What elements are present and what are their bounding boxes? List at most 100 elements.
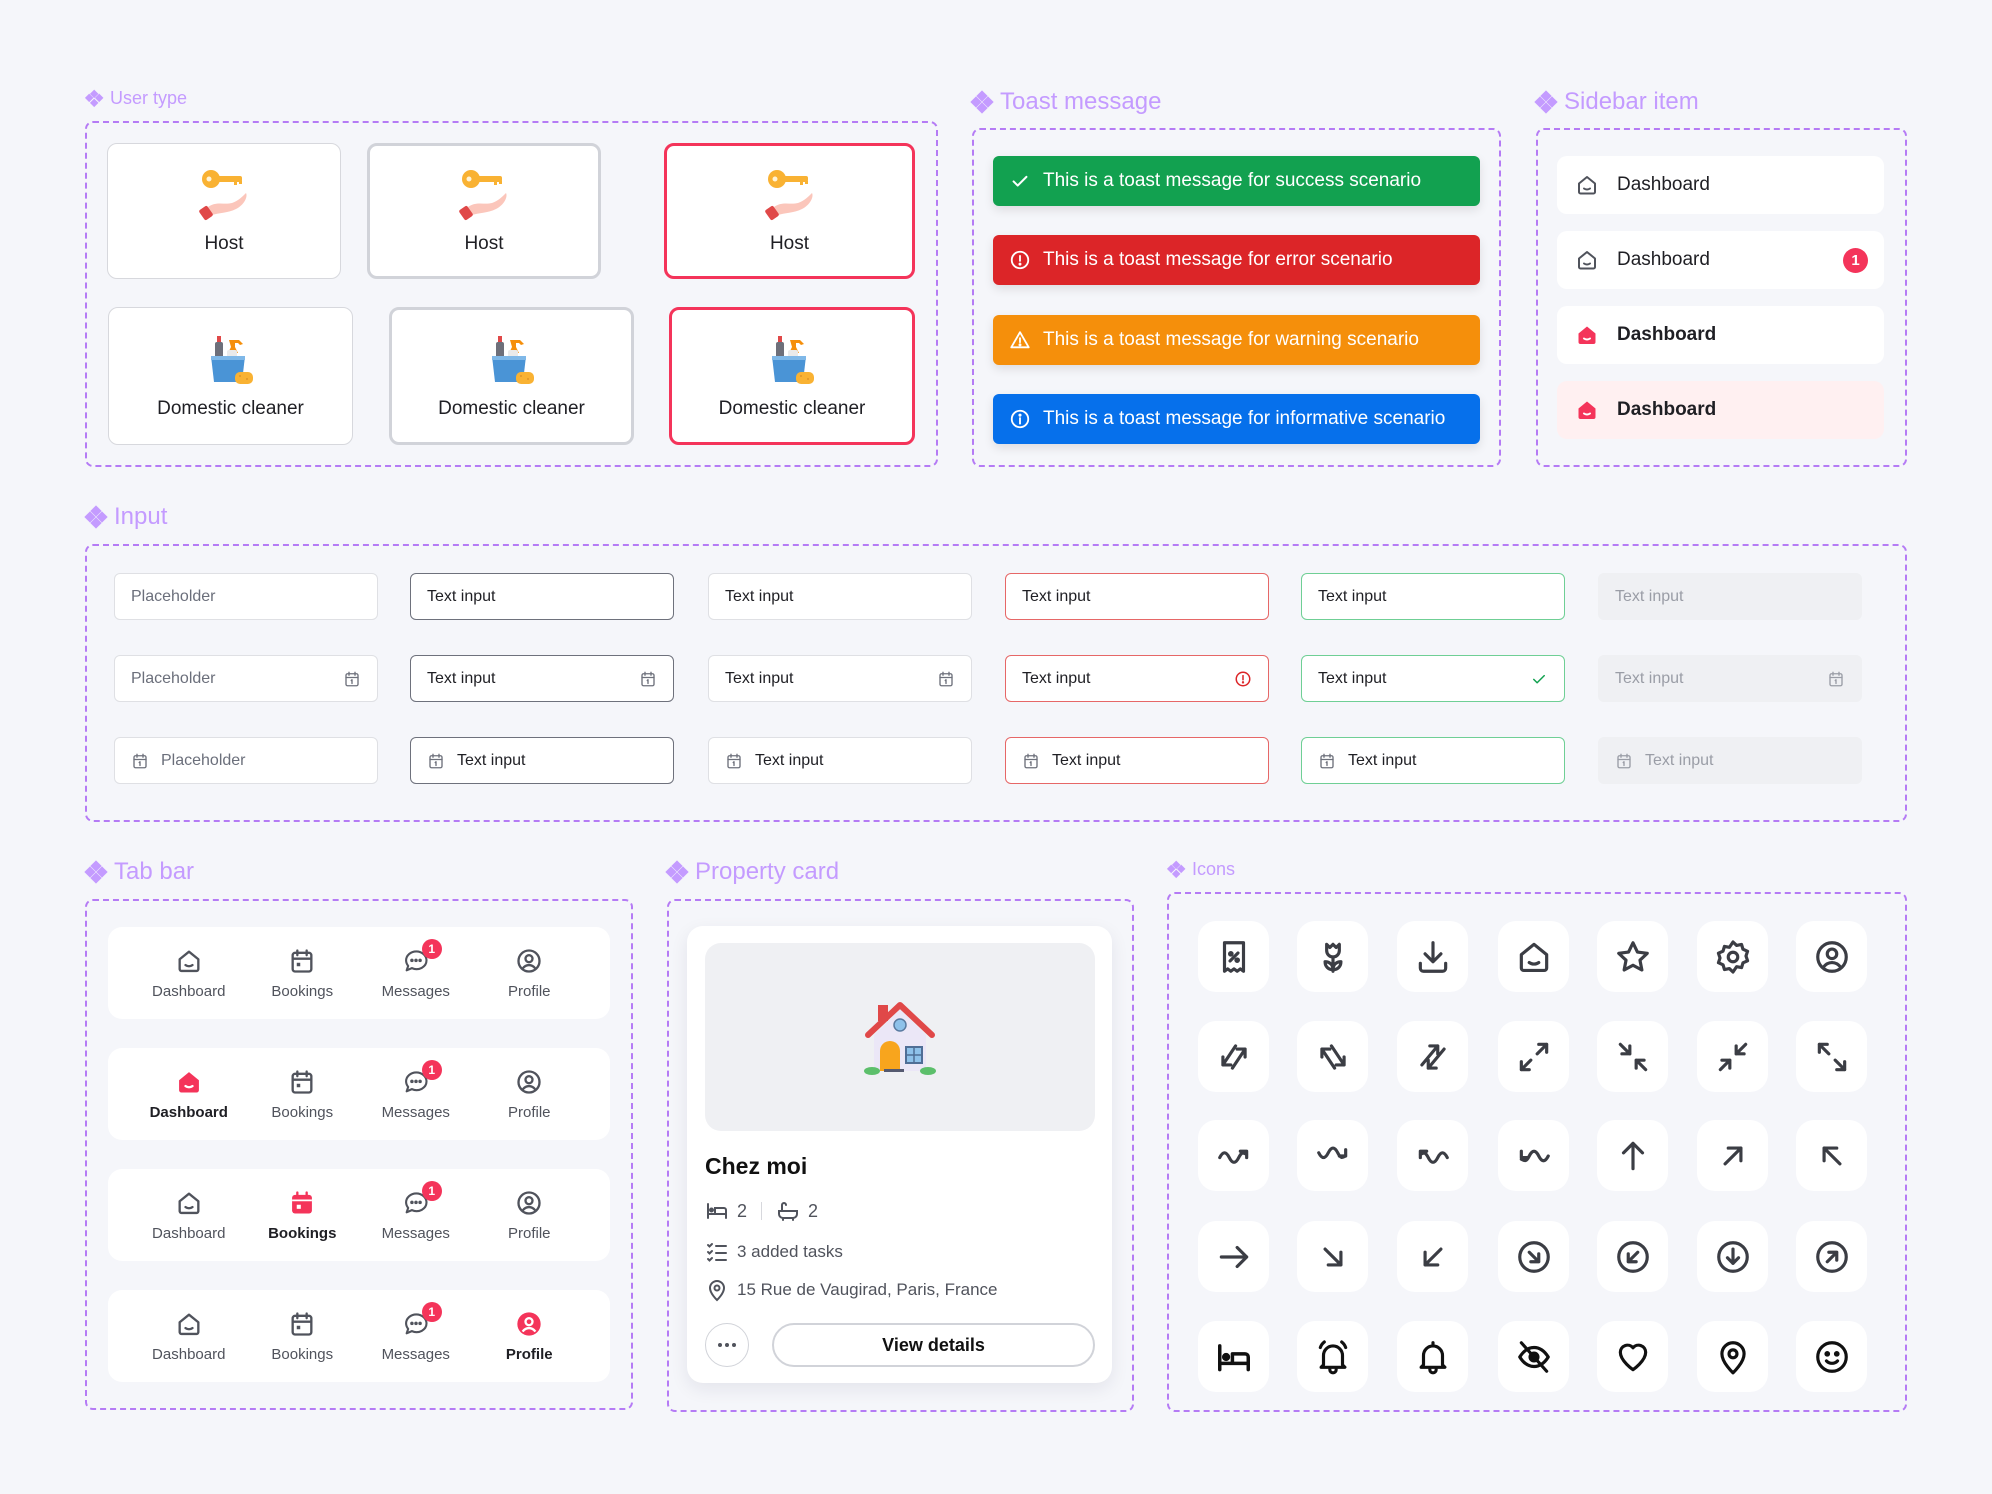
tab-bookings[interactable]: Bookings [250, 1290, 355, 1382]
icon-tile[interactable] [1297, 1120, 1368, 1191]
icon-tile[interactable] [1498, 1120, 1569, 1191]
circle-arrow-down-icon [1714, 1238, 1752, 1276]
tab-label: Profile [507, 1224, 551, 1242]
text-input-filled[interactable]: Text input [708, 737, 972, 784]
icon-tile[interactable] [1796, 1021, 1867, 1092]
icon-tile[interactable] [1297, 1321, 1368, 1392]
input-value: Text input [725, 669, 794, 687]
icon-tile[interactable] [1198, 1221, 1269, 1292]
user-type-card-hover[interactable]: Host [367, 143, 601, 279]
user-type-card-default[interactable]: Host [107, 143, 341, 279]
icon-tile[interactable] [1597, 1221, 1668, 1292]
calendar-icon[interactable] [343, 670, 361, 688]
sidebar-item-dashboard[interactable]: Dashboard 1 [1557, 231, 1884, 289]
icon-tile[interactable] [1198, 1321, 1269, 1392]
user-type-card-selected[interactable]: Domestic cleaner [669, 307, 915, 445]
key-hand-icon [764, 170, 813, 220]
icon-tile[interactable] [1498, 1221, 1569, 1292]
tab-messages[interactable]: 1 Messages [363, 1290, 468, 1382]
text-input-placeholder[interactable]: Placeholder [114, 573, 378, 620]
text-input-error[interactable]: Text input [1005, 655, 1269, 702]
icon-tile[interactable] [1796, 921, 1867, 992]
input-placeholder: Placeholder [131, 587, 216, 605]
icon-tile[interactable] [1597, 1021, 1668, 1092]
text-input-error[interactable]: Text input [1005, 737, 1269, 784]
tab-profile[interactable]: Profile [477, 1169, 582, 1261]
icon-tile[interactable] [1297, 1021, 1368, 1092]
sidebar-item-dashboard[interactable]: Dashboard [1557, 306, 1884, 364]
icon-tile[interactable] [1397, 1021, 1468, 1092]
text-input-focus[interactable]: Text input [410, 655, 674, 702]
text-input-error[interactable]: Text input [1005, 573, 1269, 620]
tab-profile[interactable]: Profile [477, 927, 582, 1019]
icon-tile[interactable] [1697, 1021, 1768, 1092]
icon-tile[interactable] [1198, 1120, 1269, 1191]
tab-dashboard[interactable]: Dashboard [136, 927, 241, 1019]
text-input-success[interactable]: Text input [1301, 737, 1565, 784]
text-input-filled[interactable]: Text input [708, 573, 972, 620]
text-input-filled[interactable]: Text input [708, 655, 972, 702]
wave-arrow-left-2-icon [1515, 1137, 1553, 1175]
icon-tile[interactable] [1597, 1120, 1668, 1191]
bathtub-icon [778, 1202, 799, 1221]
icon-tile[interactable] [1498, 1321, 1569, 1392]
user-type-card-selected[interactable]: Host [664, 143, 915, 279]
tab-profile[interactable]: Profile [477, 1290, 582, 1382]
more-options-button[interactable] [705, 1323, 749, 1367]
tab-messages[interactable]: 1 Messages [363, 1169, 468, 1261]
icon-tile[interactable] [1697, 1120, 1768, 1191]
icon-tile[interactable] [1198, 921, 1269, 992]
tab-bookings[interactable]: Bookings [250, 1169, 355, 1261]
icon-tile[interactable] [1796, 1321, 1867, 1392]
view-details-button[interactable]: View details [772, 1323, 1095, 1367]
icon-tile[interactable] [1597, 921, 1668, 992]
icon-tile[interactable] [1796, 1120, 1867, 1191]
text-input-placeholder[interactable]: Placeholder [114, 737, 378, 784]
icon-tile[interactable] [1796, 1221, 1867, 1292]
icon-tile[interactable] [1697, 1221, 1768, 1292]
arrows-exchange-ne-sw-icon [1414, 1038, 1452, 1076]
icon-tile[interactable] [1498, 1021, 1569, 1092]
property-title: Chez moi [705, 1153, 808, 1179]
icon-tile[interactable] [1397, 1221, 1468, 1292]
text-input-focus[interactable]: Text input [410, 737, 674, 784]
tab-bookings[interactable]: Bookings [250, 1048, 355, 1140]
sidebar-item-dashboard[interactable]: Dashboard [1557, 381, 1884, 439]
checklist-icon [707, 1243, 727, 1262]
text-input-success[interactable]: Text input [1301, 655, 1565, 702]
icon-tile[interactable] [1397, 1120, 1468, 1191]
text-input-placeholder[interactable]: Placeholder [114, 655, 378, 702]
input-placeholder: Placeholder [131, 669, 216, 687]
tab-bookings[interactable]: Bookings [250, 927, 355, 1019]
icon-tile[interactable] [1697, 921, 1768, 992]
icon-tile[interactable] [1397, 921, 1468, 992]
text-input-disabled: Text input [1598, 737, 1862, 784]
calendar-icon[interactable] [639, 670, 657, 688]
tab-profile[interactable]: Profile [477, 1048, 582, 1140]
text-input-success[interactable]: Text input [1301, 573, 1565, 620]
tab-messages[interactable]: 1 Messages [363, 1048, 468, 1140]
user-type-card-hover[interactable]: Domestic cleaner [389, 307, 634, 445]
icon-tile[interactable] [1297, 1221, 1368, 1292]
user-type-label: Host [769, 233, 810, 254]
icon-tile[interactable] [1597, 1321, 1668, 1392]
tulip-icon [1314, 938, 1352, 976]
tab-messages[interactable]: 1 Messages [363, 927, 468, 1019]
property-card[interactable]: Chez moi 2 2 3 added tasks 15 Rue de Vau… [687, 926, 1112, 1383]
sidebar-item-label: Dashboard [1617, 399, 1717, 420]
icon-tile[interactable] [1397, 1321, 1468, 1392]
tab-dashboard[interactable]: Dashboard [136, 1169, 241, 1261]
heart-icon [1614, 1338, 1652, 1376]
sidebar-item-dashboard[interactable]: Dashboard [1557, 156, 1884, 214]
calendar-icon[interactable] [937, 670, 955, 688]
text-input-focus[interactable]: Text input [410, 573, 674, 620]
icon-tile[interactable] [1198, 1021, 1269, 1092]
icon-tile[interactable] [1498, 921, 1569, 992]
icon-tile[interactable] [1697, 1321, 1768, 1392]
icon-tile[interactable] [1297, 921, 1368, 992]
user-type-card-default[interactable]: Domestic cleaner [108, 307, 353, 445]
tab-bar: Dashboard Bookings 1 Messages Profile [108, 1048, 610, 1140]
tab-dashboard[interactable]: Dashboard [136, 1048, 241, 1140]
calendar-icon[interactable] [1827, 670, 1845, 688]
tab-dashboard[interactable]: Dashboard [136, 1290, 241, 1382]
